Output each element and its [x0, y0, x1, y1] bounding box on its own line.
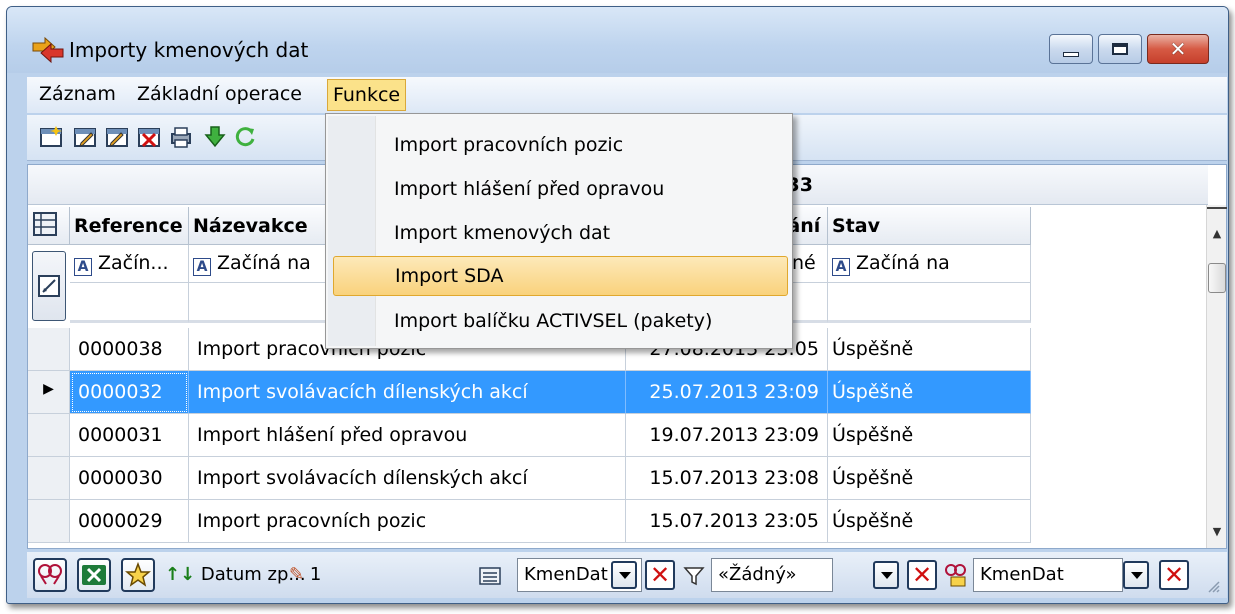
sort-arrows-icon: ↑↓	[165, 564, 196, 585]
cell-reference: 0000029	[70, 500, 189, 543]
filter-nazev-akce[interactable]: A Začíná na	[189, 245, 334, 283]
main-window: Importy kmenových dat ✕ Záznam Základní …	[6, 6, 1229, 604]
cell-reference: 0000030	[70, 457, 189, 500]
delete-record-icon[interactable]	[137, 125, 161, 149]
layout-dropdown-icon[interactable]	[1123, 561, 1149, 589]
excel-icon	[82, 565, 106, 585]
row-indicator[interactable]	[28, 328, 70, 371]
import-arrows-icon	[32, 36, 64, 64]
maximize-button[interactable]	[1098, 34, 1142, 64]
row-indicator[interactable]	[28, 414, 70, 457]
group-filter-icon[interactable]	[943, 562, 969, 588]
cell-nazev: Import hlášení před opravou	[189, 414, 626, 457]
refresh-icon[interactable]	[233, 125, 257, 149]
filter-dropdown-icon[interactable]	[873, 561, 899, 589]
cell-reference: 0000032	[70, 371, 189, 414]
list-icon[interactable]	[479, 566, 501, 586]
group-button[interactable]	[33, 558, 67, 592]
menu-item-import-hlaseni[interactable]: Import hlášení před opravou	[378, 170, 788, 210]
filter-group-icon	[38, 564, 62, 585]
cell-stav: Úspěšně	[828, 500, 1031, 543]
cell-nazev: Import svolávacích dílenských akcí	[189, 457, 626, 500]
maximize-icon	[1112, 43, 1128, 55]
table-row[interactable]: 0000030 Import svolávacích dílenských ak…	[28, 457, 1031, 500]
cell-datum: 15.07.2013 23:08	[626, 457, 828, 500]
export-excel-button[interactable]	[77, 558, 111, 592]
menu-funkce[interactable]: Funkce	[327, 79, 407, 111]
close-icon: ✕	[1169, 37, 1187, 61]
dataset-dropdown-icon[interactable]	[611, 561, 637, 589]
current-row-icon: ▶	[43, 381, 54, 397]
menu-icon-gutter	[328, 116, 376, 346]
title-bar[interactable]: Importy kmenových dat ✕	[7, 7, 1228, 73]
menu-item-import-sda[interactable]: Import SDA	[333, 256, 788, 296]
status-bar: ↑↓ Datum zp... ✎ 1 KmenDat ✕ «Žádný» ✕ K…	[27, 552, 1227, 598]
clear-layout-icon[interactable]: ✕	[1159, 560, 1189, 590]
filter-combo[interactable]: «Žádný»	[711, 558, 833, 592]
scrollbar-top-marker	[1207, 207, 1227, 211]
user-count: ✎ 1	[289, 564, 322, 585]
blank-cell	[828, 283, 1031, 323]
close-button[interactable]: ✕	[1147, 34, 1209, 64]
star-icon	[125, 562, 151, 587]
minimize-icon	[1063, 51, 1079, 57]
edit-record-icon[interactable]	[73, 125, 97, 149]
header-nazev-akce[interactable]: Názevakce	[189, 207, 334, 245]
scroll-up-icon[interactable]: ▲	[1209, 227, 1225, 245]
cell-datum: 19.07.2013 23:09	[626, 414, 828, 457]
cell-stav: Úspěšně	[828, 328, 1031, 371]
download-arrow-icon[interactable]	[203, 125, 227, 149]
vertical-scrollbar[interactable]: ▲ ▼	[1206, 205, 1227, 548]
cell-datum: 25.07.2013 23:09	[626, 371, 828, 414]
new-record-icon[interactable]	[39, 125, 63, 149]
table-row[interactable]: 0000031 Import hlášení před opravou 19.0…	[28, 414, 1031, 457]
funkce-dropdown-menu: Import pracovních pozic Import hlášení p…	[325, 113, 793, 349]
menu-zakladni-operace[interactable]: Základní operace	[133, 81, 306, 109]
column-chooser-icon	[33, 212, 57, 236]
window-title: Importy kmenových dat	[69, 38, 309, 62]
row-indicator[interactable]	[28, 457, 70, 500]
row-indicator[interactable]	[28, 500, 70, 543]
text-filter-icon: A	[832, 258, 850, 276]
cell-reference: 0000038	[70, 328, 189, 371]
filter-reference[interactable]: A Začín...	[70, 245, 189, 283]
menu-zaznam[interactable]: Záznam	[35, 81, 120, 109]
minimize-button[interactable]	[1049, 34, 1093, 64]
resize-grip-icon[interactable]	[1207, 580, 1221, 594]
text-filter-icon: A	[193, 258, 211, 276]
row-indicator[interactable]: ▶	[28, 371, 70, 414]
cell-nazev: Import svolávacích dílenských akcí	[189, 371, 626, 414]
scroll-thumb[interactable]	[1208, 263, 1226, 293]
favorite-button[interactable]	[121, 558, 155, 592]
clear-filter-icon[interactable]: ✕	[907, 560, 937, 590]
edit-copy-icon[interactable]	[105, 125, 129, 149]
filter-stav[interactable]: A Začíná na	[828, 245, 1031, 283]
menu-item-import-activsel[interactable]: Import balíčku ACTIVSEL (pakety)	[378, 302, 788, 342]
layout-combo[interactable]: KmenDat	[973, 558, 1123, 592]
blank-cell	[70, 283, 189, 323]
sort-indicator[interactable]: ↑↓ Datum zp...	[165, 564, 306, 585]
text-filter-icon: A	[74, 258, 92, 276]
menu-bar: Záznam Základní operace Funkce	[27, 77, 1227, 113]
cell-reference: 0000031	[70, 414, 189, 457]
table-row[interactable]: ▶ 0000032 Import svolávacích dílenských …	[28, 371, 1031, 414]
clear-dataset-icon[interactable]: ✕	[645, 560, 675, 590]
column-chooser-cell[interactable]	[28, 207, 70, 245]
scroll-down-icon[interactable]: ▼	[1209, 525, 1225, 543]
cell-datum: 15.07.2013 23:05	[626, 500, 828, 543]
header-reference[interactable]: Reference	[70, 207, 189, 245]
cell-nazev: Import pracovních pozic	[189, 500, 626, 543]
cell-stav: Úspěšně	[828, 371, 1031, 414]
print-icon[interactable]	[169, 125, 193, 149]
menu-item-import-pracovnich-pozic[interactable]: Import pracovních pozic	[378, 126, 788, 166]
table-row[interactable]: 0000029 Import pracovních pozic 15.07.20…	[28, 500, 1031, 543]
cell-stav: Úspěšně	[828, 414, 1031, 457]
menu-item-import-kmenovych-dat[interactable]: Import kmenových dat	[378, 214, 788, 254]
user-hand-icon: ✎	[289, 564, 305, 585]
funnel-filter-icon[interactable]	[683, 565, 705, 587]
header-stav[interactable]: Stav	[828, 207, 1031, 245]
cell-stav: Úspěšně	[828, 457, 1031, 500]
